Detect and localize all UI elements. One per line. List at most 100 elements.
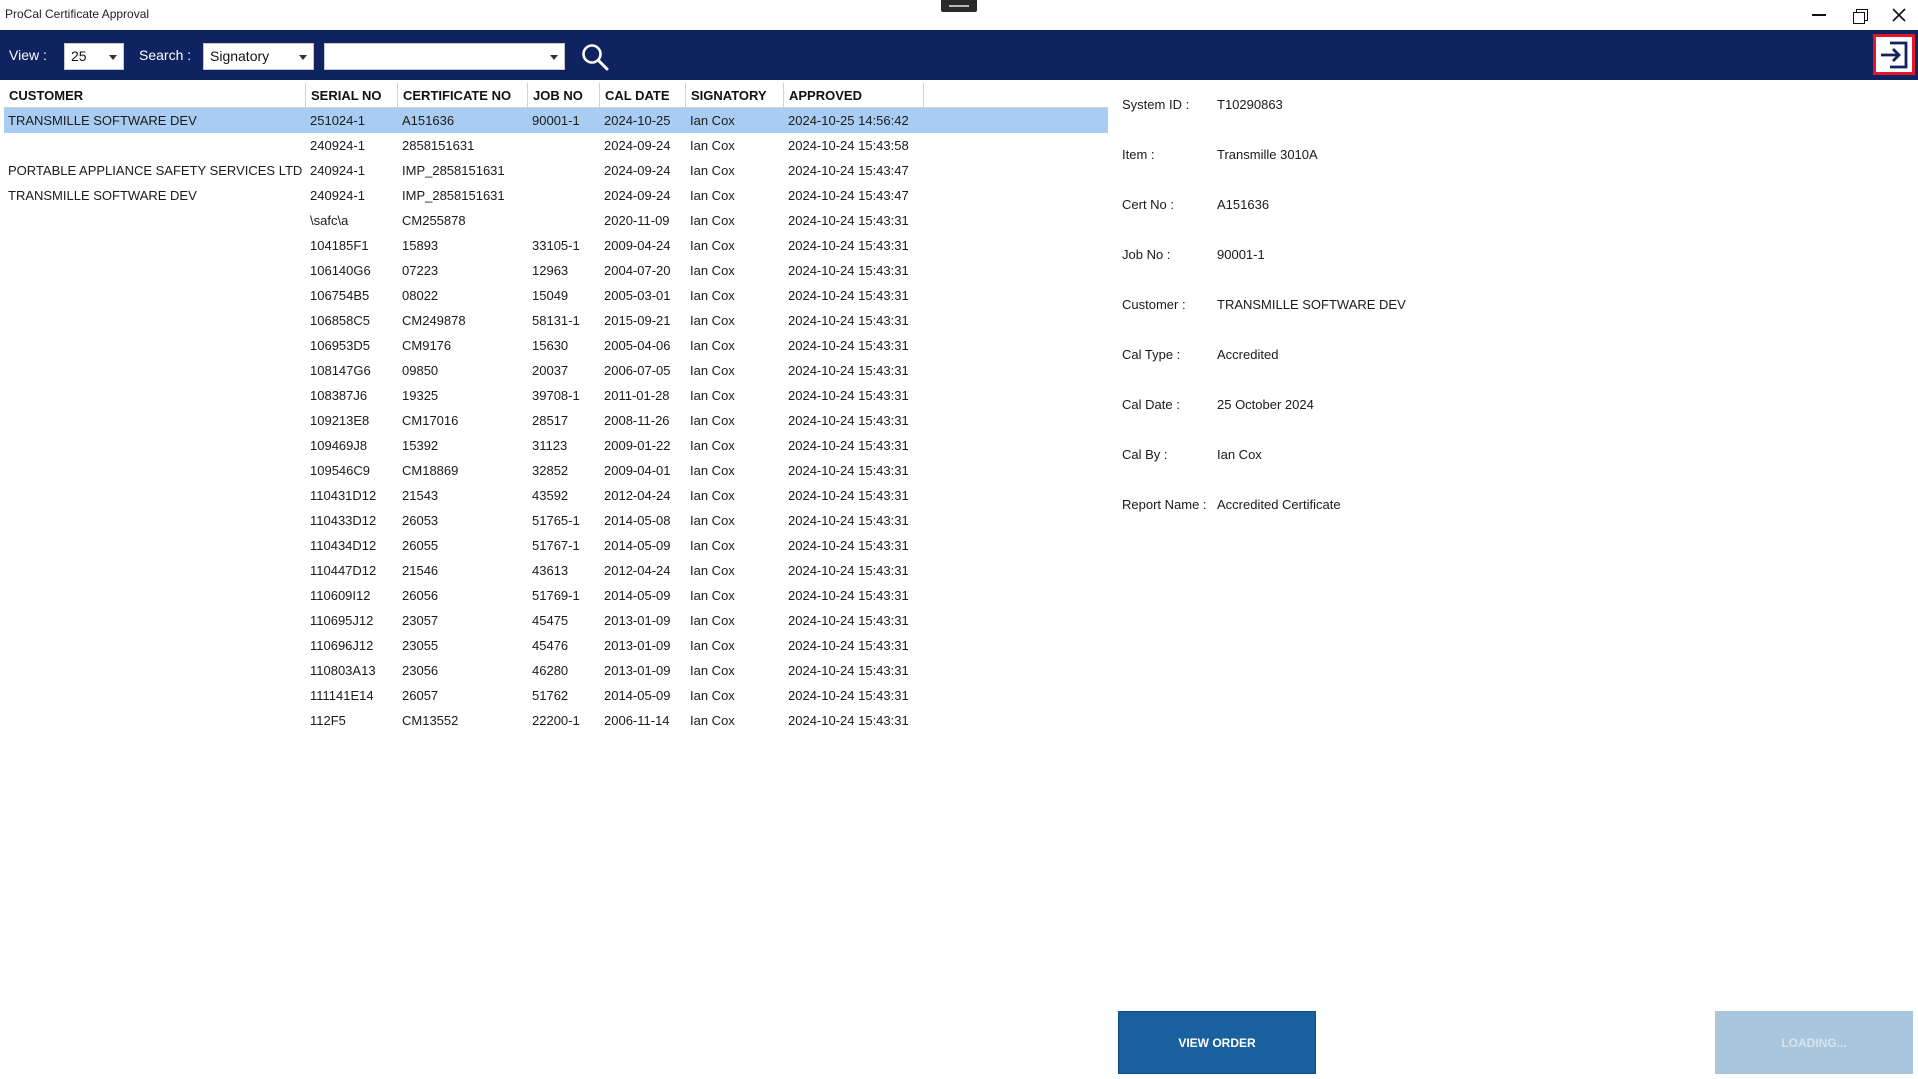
cell-job-no xyxy=(528,183,600,208)
cell-approved: 2024-10-24 15:43:31 xyxy=(788,438,909,453)
cell-approved: 2024-10-24 15:43:31 xyxy=(788,688,909,703)
table-row[interactable]: 109546C9 CM18869 32852 2009-04-01 Ian Cox 202… xyxy=(4,458,1108,483)
search-input[interactable] xyxy=(324,43,565,70)
table-row[interactable]: 110695J12 23057 45475 2013-01-09 Ian Cox 2024… xyxy=(4,608,1108,633)
cell-serial-no: 110803A13 xyxy=(310,663,376,678)
table-row[interactable]: 110609I12 26056 51769-1 2014-05-09 Ian Cox 20… xyxy=(4,583,1108,608)
loading-button: LOADING... xyxy=(1715,1011,1913,1074)
column-header-customer[interactable]: CUSTOMER xyxy=(4,83,306,108)
table-row[interactable]: \safc\a CM255878 2020-11-09 Ian Cox 2024-10-… xyxy=(4,208,1108,233)
cell-job-no: 31123 xyxy=(532,438,568,453)
cell-signatory: Ian Cox xyxy=(690,663,735,678)
cell-approved: 2024-10-24 15:43:31 xyxy=(788,588,909,603)
table-row[interactable]: TRANSMILLE SOFTWARE DEV 251024-1 A151636 90… xyxy=(4,108,1108,133)
table-row[interactable]: 108147G6 09850 20037 2006-07-05 Ian Cox 2024-… xyxy=(4,358,1108,383)
cell-signatory: Ian Cox xyxy=(690,488,735,503)
table-row[interactable]: 104185F1 15893 33105-1 2009-04-24 Ian Cox 202… xyxy=(4,233,1108,258)
column-header-cal-date[interactable]: CAL DATE xyxy=(600,83,686,108)
cell-serial-no: 106754B5 xyxy=(310,288,370,303)
detail-row: Cal Type : Accredited xyxy=(1122,342,1722,392)
cell-job-no xyxy=(528,133,600,158)
cell-signatory: Ian Cox xyxy=(690,163,735,178)
table-row[interactable]: 112F5 CM13552 22200-1 2006-11-14 Ian Cox 2024… xyxy=(4,708,1108,733)
detail-label: Job No : xyxy=(1122,247,1171,262)
cell-certificate-no: 08022 xyxy=(402,288,439,303)
certificate-table: CUSTOMER SERIAL NO CERTIFICATE NO JOB NO… xyxy=(4,83,1108,733)
table-row[interactable]: 106858C5 CM249878 58131-1 2015-09-21 Ian Cox… xyxy=(4,308,1108,333)
cell-job-no: 43613 xyxy=(532,563,569,578)
close-button[interactable] xyxy=(1879,0,1918,30)
cell-serial-no: 110696J12 xyxy=(310,638,374,653)
cell-approved: 2024-10-25 14:56:42 xyxy=(788,113,909,128)
cell-certificate-no: 21543 xyxy=(402,488,439,503)
cell-customer: TRANSMILLE SOFTWARE DEV xyxy=(8,113,197,128)
drag-handle[interactable] xyxy=(941,0,977,12)
cell-job-no: 45475 xyxy=(532,613,569,628)
cell-customer xyxy=(4,608,306,633)
cell-signatory: Ian Cox xyxy=(690,363,735,378)
search-field-select[interactable]: Signatory xyxy=(203,43,314,70)
cell-certificate-no: 23057 xyxy=(402,613,439,628)
column-header-signatory[interactable]: SIGNATORY xyxy=(686,83,784,108)
table-row[interactable]: 110434D12 26055 51767-1 2014-05-09 Ian Cox 20… xyxy=(4,533,1108,558)
cell-certificate-no: 09850 xyxy=(402,363,439,378)
cell-serial-no: 240924-1 xyxy=(310,188,365,203)
app-title: ProCal Certificate Approval xyxy=(5,7,150,21)
minimize-button[interactable] xyxy=(1799,0,1839,30)
detail-row: Customer : TRANSMILLE SOFTWARE DEV xyxy=(1122,292,1722,342)
table-row[interactable]: 111141E14 26057 51762 2014-05-09 Ian Cox 2024… xyxy=(4,683,1108,708)
table-row[interactable]: 240924-1 2858151631 2024-09-24 Ian Cox 2024-… xyxy=(4,133,1108,158)
table-row[interactable]: 106140G6 07223 12963 2004-07-20 Ian Cox 2024-… xyxy=(4,258,1108,283)
cell-cal-date: 2014-05-09 xyxy=(604,688,671,703)
chevron-down-icon xyxy=(109,55,117,60)
cell-job-no: 39708-1 xyxy=(532,388,580,403)
cell-cal-date: 2014-05-08 xyxy=(604,513,671,528)
certificate-details-panel: System ID : T10290863 Item : Transmille 301… xyxy=(1122,92,1722,542)
table-row[interactable]: 109469J8 15392 31123 2009-01-22 Ian Cox 2024-… xyxy=(4,433,1108,458)
detail-row: Cal Date : 25 October 2024 xyxy=(1122,392,1722,442)
detail-value: Accredited xyxy=(1217,347,1279,362)
cell-cal-date: 2008-11-26 xyxy=(604,413,670,428)
exit-button[interactable] xyxy=(1873,34,1915,75)
cell-job-no: 15630 xyxy=(532,338,569,353)
view-label: View : xyxy=(9,47,47,63)
view-count-value: 25 xyxy=(71,48,87,64)
cell-job-no: 45476 xyxy=(532,638,569,653)
table-row[interactable]: 110433D12 26053 51765-1 2014-05-08 Ian Cox 20… xyxy=(4,508,1108,533)
cell-approved: 2024-10-24 15:43:31 xyxy=(788,563,909,578)
cell-certificate-no: CM17016 xyxy=(402,413,459,428)
table-row[interactable]: 110447D12 21546 43613 2012-04-24 Ian Cox 2024… xyxy=(4,558,1108,583)
cell-serial-no: 110447D12 xyxy=(310,563,377,578)
table-row[interactable]: TRANSMILLE SOFTWARE DEV 240924-1 IMP_28581… xyxy=(4,183,1108,208)
column-header-approved[interactable]: APPROVED xyxy=(784,83,924,108)
table-row[interactable]: 106754B5 08022 15049 2005-03-01 Ian Cox 2024-… xyxy=(4,283,1108,308)
column-header-certificate-no[interactable]: CERTIFICATE NO xyxy=(398,83,528,108)
cell-approved: 2024-10-24 15:43:31 xyxy=(788,213,909,228)
table-row[interactable]: 110696J12 23055 45476 2013-01-09 Ian Cox 2024… xyxy=(4,633,1108,658)
chevron-down-icon xyxy=(299,55,307,60)
search-button[interactable] xyxy=(580,42,610,72)
detail-label: Cal Date : xyxy=(1122,397,1180,412)
column-header-serial-no[interactable]: SERIAL NO xyxy=(306,83,398,108)
table-row[interactable]: 110431D12 21543 43592 2012-04-24 Ian Cox 2024… xyxy=(4,483,1108,508)
table-row[interactable]: 109213E8 CM17016 28517 2008-11-26 Ian Cox 202… xyxy=(4,408,1108,433)
table-row[interactable]: 110803A13 23056 46280 2013-01-09 Ian Cox 2024… xyxy=(4,658,1108,683)
cell-cal-date: 2014-05-09 xyxy=(604,538,671,553)
table-row[interactable]: 108387J6 19325 39708-1 2011-01-28 Ian Cox 202… xyxy=(4,383,1108,408)
cell-signatory: Ian Cox xyxy=(690,588,735,603)
close-icon xyxy=(1892,8,1906,22)
sign-in-arrow-icon xyxy=(1881,41,1908,68)
restore-button[interactable] xyxy=(1839,0,1879,30)
cell-cal-date: 2009-01-22 xyxy=(604,438,671,453)
cell-job-no: 43592 xyxy=(532,488,569,503)
cell-certificate-no: CM18869 xyxy=(402,463,459,478)
detail-label: Report Name : xyxy=(1122,497,1207,512)
view-order-button[interactable]: VIEW ORDER xyxy=(1118,1011,1316,1074)
cell-job-no: 51762 xyxy=(532,688,569,703)
view-count-select[interactable]: 25 xyxy=(64,43,124,70)
table-row[interactable]: PORTABLE APPLIANCE SAFETY SERVICES LTD 24… xyxy=(4,158,1108,183)
detail-value: TRANSMILLE SOFTWARE DEV xyxy=(1217,297,1406,312)
table-row[interactable]: 106953D5 CM9176 15630 2005-04-06 Ian Cox 2024… xyxy=(4,333,1108,358)
cell-signatory: Ian Cox xyxy=(690,613,735,628)
column-header-job-no[interactable]: JOB NO xyxy=(528,83,600,108)
